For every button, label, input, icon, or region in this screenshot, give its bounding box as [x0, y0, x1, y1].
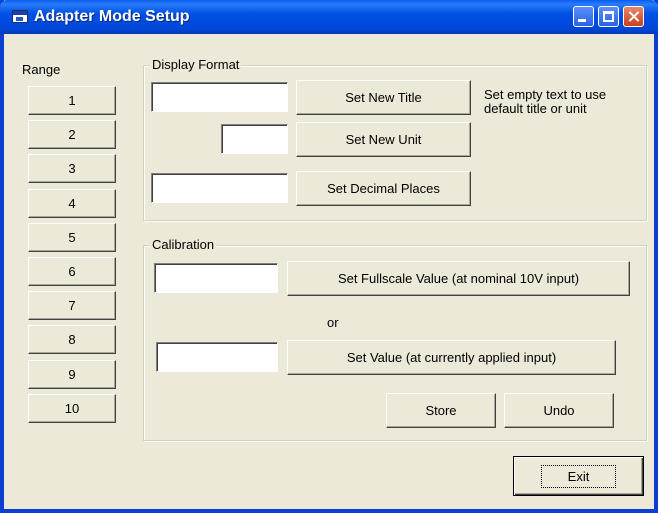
- range-button-2[interactable]: 2: [28, 120, 116, 150]
- fullscale-value-input[interactable]: [154, 263, 278, 293]
- window-title: Adapter Mode Setup: [34, 8, 190, 25]
- calibration-label: Calibration: [150, 237, 217, 252]
- title-bar[interactable]: Adapter Mode Setup: [0, 0, 658, 34]
- set-decimal-places-button[interactable]: Set Decimal Places: [296, 171, 471, 206]
- range-button-10[interactable]: 10: [28, 393, 116, 423]
- or-label: or: [327, 315, 339, 330]
- current-value-input[interactable]: [156, 342, 278, 372]
- store-button[interactable]: Store: [386, 393, 496, 428]
- set-value-button[interactable]: Set Value (at currently applied input): [287, 340, 616, 375]
- range-button-1[interactable]: 1: [28, 86, 116, 115]
- hint-text-line-2: default title or unit: [484, 101, 587, 116]
- range-button-5[interactable]: 5: [28, 222, 116, 252]
- exit-button-label: Exit: [540, 464, 617, 488]
- undo-button[interactable]: Undo: [504, 393, 614, 428]
- set-new-unit-button[interactable]: Set New Unit: [296, 122, 471, 157]
- set-fullscale-value-button[interactable]: Set Fullscale Value (at nominal 10V inpu…: [287, 261, 630, 296]
- display-format-label: Display Format: [150, 57, 242, 72]
- adapter-mode-setup-window: Adapter Mode Setup Range 1 2 3 4 5 6 7 8 9 10 Dis…: [0, 0, 658, 513]
- range-button-7[interactable]: 7: [28, 291, 116, 321]
- hint-text-line-1: Set empty text to use: [484, 87, 607, 102]
- new-title-input[interactable]: [151, 82, 288, 112]
- decimal-places-input[interactable]: [151, 173, 288, 203]
- range-label: Range: [22, 62, 61, 77]
- new-unit-input[interactable]: [221, 124, 288, 154]
- range-button-3[interactable]: 3: [28, 154, 116, 184]
- maximize-icon[interactable]: [598, 6, 619, 27]
- close-icon[interactable]: [623, 6, 644, 27]
- exit-button[interactable]: Exit: [513, 456, 644, 496]
- range-button-4[interactable]: 4: [28, 188, 116, 218]
- minimize-icon[interactable]: [573, 6, 594, 27]
- app-window-icon[interactable]: [12, 10, 28, 23]
- range-button-8[interactable]: 8: [28, 325, 116, 355]
- range-button-6[interactable]: 6: [28, 257, 116, 286]
- set-new-title-button[interactable]: Set New Title: [296, 80, 471, 115]
- range-button-9[interactable]: 9: [28, 359, 116, 389]
